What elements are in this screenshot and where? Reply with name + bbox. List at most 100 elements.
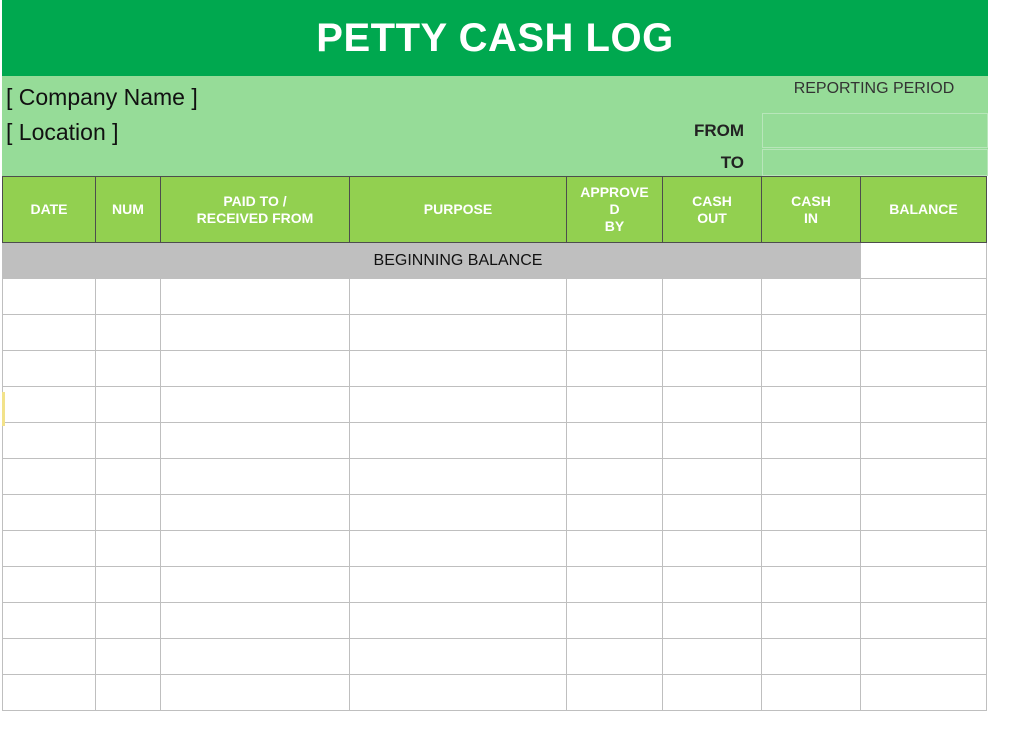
table-cell[interactable]	[349, 350, 567, 387]
table-cell[interactable]	[160, 350, 350, 387]
table-cell[interactable]	[95, 278, 161, 315]
table-cell[interactable]	[761, 674, 861, 711]
table-cell[interactable]	[860, 566, 987, 603]
table-cell[interactable]	[860, 458, 987, 495]
cell[interactable]	[160, 242, 350, 279]
cell[interactable]	[761, 242, 861, 279]
table-cell[interactable]	[349, 386, 567, 423]
table-cell[interactable]	[860, 350, 987, 387]
table-cell[interactable]	[349, 566, 567, 603]
table-cell[interactable]	[349, 422, 567, 459]
table-cell[interactable]	[2, 314, 96, 351]
table-cell[interactable]	[761, 638, 861, 675]
cell[interactable]	[662, 242, 762, 279]
table-cell[interactable]	[160, 674, 350, 711]
table-cell[interactable]	[160, 458, 350, 495]
table-cell[interactable]	[349, 674, 567, 711]
table-cell[interactable]	[2, 602, 96, 639]
table-cell[interactable]	[2, 278, 96, 315]
table-cell[interactable]	[2, 638, 96, 675]
table-cell[interactable]	[160, 314, 350, 351]
table-cell[interactable]	[566, 350, 663, 387]
table-cell[interactable]	[761, 350, 861, 387]
table-cell[interactable]	[662, 422, 762, 459]
table-cell[interactable]	[349, 530, 567, 567]
table-cell[interactable]	[761, 602, 861, 639]
table-cell[interactable]	[349, 278, 567, 315]
table-cell[interactable]	[662, 566, 762, 603]
table-cell[interactable]	[566, 458, 663, 495]
table-cell[interactable]	[566, 602, 663, 639]
table-cell[interactable]	[160, 386, 350, 423]
table-cell[interactable]	[761, 566, 861, 603]
table-cell[interactable]	[662, 530, 762, 567]
table-cell[interactable]	[566, 638, 663, 675]
table-cell[interactable]	[160, 278, 350, 315]
table-cell[interactable]	[2, 458, 96, 495]
table-cell[interactable]	[566, 494, 663, 531]
table-cell[interactable]	[662, 674, 762, 711]
table-cell[interactable]	[95, 494, 161, 531]
beginning-balance-cell[interactable]	[860, 242, 987, 279]
table-cell[interactable]	[160, 566, 350, 603]
table-cell[interactable]	[662, 494, 762, 531]
table-cell[interactable]	[95, 386, 161, 423]
table-cell[interactable]	[95, 566, 161, 603]
table-cell[interactable]	[2, 494, 96, 531]
table-cell[interactable]	[2, 566, 96, 603]
table-cell[interactable]	[349, 638, 567, 675]
table-cell[interactable]	[95, 602, 161, 639]
table-cell[interactable]	[566, 674, 663, 711]
table-cell[interactable]	[662, 278, 762, 315]
table-cell[interactable]	[662, 458, 762, 495]
table-cell[interactable]	[566, 530, 663, 567]
table-cell[interactable]	[566, 386, 663, 423]
table-cell[interactable]	[662, 602, 762, 639]
table-cell[interactable]	[2, 422, 96, 459]
table-cell[interactable]	[95, 458, 161, 495]
table-cell[interactable]	[349, 602, 567, 639]
table-cell[interactable]	[761, 386, 861, 423]
to-date-cell[interactable]	[762, 149, 988, 176]
table-cell[interactable]	[761, 458, 861, 495]
table-cell[interactable]	[860, 530, 987, 567]
location-cell[interactable]: [ Location ]	[6, 119, 119, 146]
table-cell[interactable]	[2, 674, 96, 711]
table-cell[interactable]	[761, 422, 861, 459]
table-cell[interactable]	[95, 674, 161, 711]
table-cell[interactable]	[860, 602, 987, 639]
table-cell[interactable]	[95, 422, 161, 459]
table-cell[interactable]	[160, 602, 350, 639]
table-cell[interactable]	[160, 422, 350, 459]
table-cell[interactable]	[662, 638, 762, 675]
table-cell[interactable]	[860, 278, 987, 315]
table-cell[interactable]	[95, 530, 161, 567]
cell[interactable]	[2, 242, 96, 279]
table-cell[interactable]	[2, 350, 96, 387]
table-cell[interactable]	[860, 638, 987, 675]
table-cell[interactable]	[662, 386, 762, 423]
table-cell[interactable]	[95, 638, 161, 675]
table-cell[interactable]	[761, 494, 861, 531]
table-cell[interactable]	[95, 314, 161, 351]
table-cell[interactable]	[566, 566, 663, 603]
cell[interactable]	[95, 242, 161, 279]
cell[interactable]	[566, 242, 663, 279]
table-cell[interactable]	[662, 350, 762, 387]
table-cell[interactable]	[860, 422, 987, 459]
table-cell[interactable]	[349, 314, 567, 351]
table-cell[interactable]	[761, 314, 861, 351]
table-cell[interactable]	[160, 638, 350, 675]
table-cell[interactable]	[860, 386, 987, 423]
table-cell[interactable]	[95, 350, 161, 387]
table-cell[interactable]	[761, 278, 861, 315]
table-cell[interactable]	[160, 494, 350, 531]
table-cell[interactable]	[2, 530, 96, 567]
table-cell[interactable]	[860, 314, 987, 351]
table-cell[interactable]	[860, 674, 987, 711]
table-cell[interactable]	[566, 314, 663, 351]
table-cell[interactable]	[349, 458, 567, 495]
table-cell[interactable]	[566, 422, 663, 459]
table-cell[interactable]	[860, 494, 987, 531]
from-date-cell[interactable]	[762, 113, 988, 148]
